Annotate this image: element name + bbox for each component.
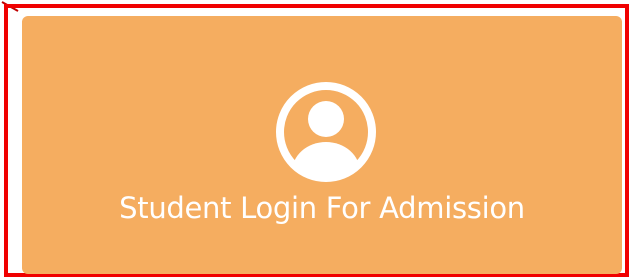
student-login-tile[interactable]: Student Login For Admission xyxy=(22,16,622,274)
user-circle-icon xyxy=(276,82,376,182)
student-login-label: Student Login For Admission xyxy=(119,191,525,225)
